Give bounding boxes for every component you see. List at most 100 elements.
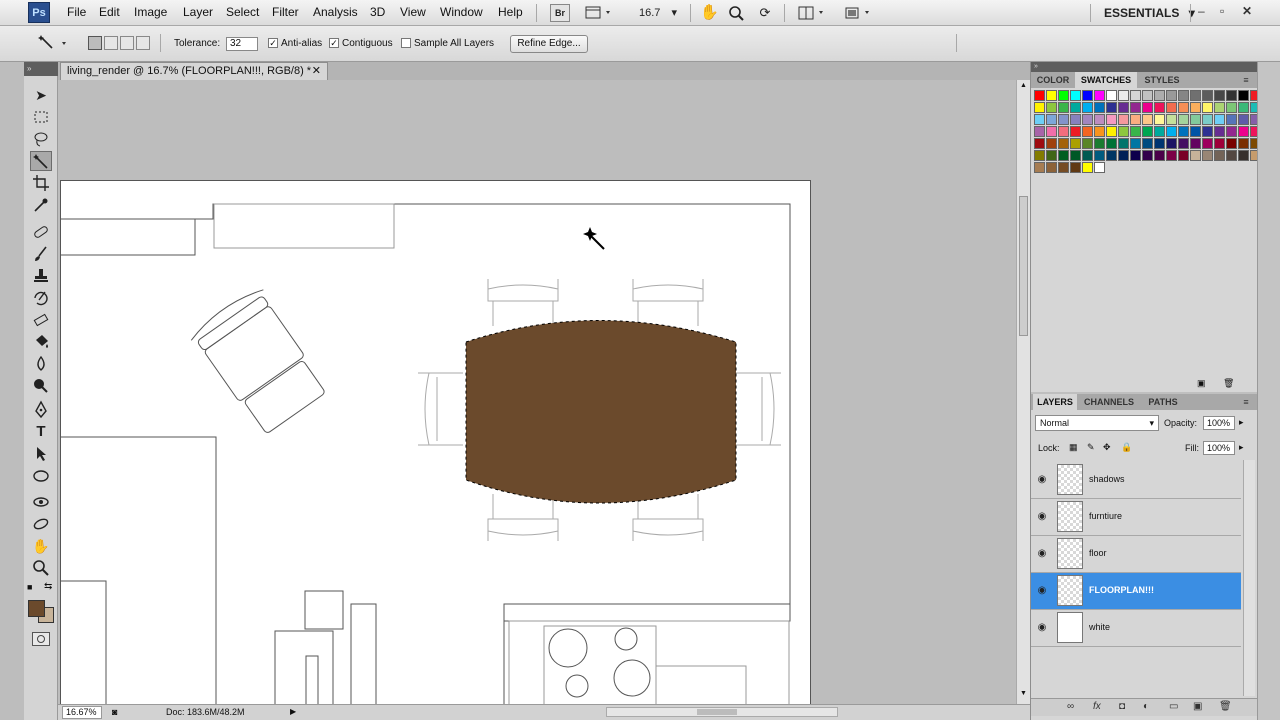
color-swatch[interactable] xyxy=(1166,150,1177,161)
color-swatch[interactable] xyxy=(1034,162,1045,173)
blur-tool[interactable] xyxy=(30,354,52,374)
link-layers-icon[interactable]: ∞ xyxy=(1067,701,1074,712)
color-swatch[interactable] xyxy=(1118,114,1129,125)
refine-edge-button[interactable]: Refine Edge... xyxy=(510,35,588,53)
color-swatch[interactable] xyxy=(1034,102,1045,113)
color-swatch[interactable] xyxy=(1238,138,1249,149)
subtract-from-selection-button[interactable] xyxy=(120,36,134,50)
color-swatch[interactable] xyxy=(1106,138,1117,149)
color-swatch[interactable] xyxy=(1190,114,1201,125)
color-swatch[interactable] xyxy=(1130,138,1141,149)
history-brush-tool[interactable] xyxy=(30,288,52,308)
default-colors-icon[interactable]: ■ xyxy=(27,582,32,592)
layers-scrollbar[interactable] xyxy=(1243,460,1255,696)
color-swatch[interactable] xyxy=(1226,126,1237,137)
color-swatch[interactable] xyxy=(1166,102,1177,113)
color-swatch[interactable] xyxy=(1214,90,1225,101)
foreground-color-swatch[interactable] xyxy=(28,600,45,617)
color-swatch[interactable] xyxy=(1226,90,1237,101)
menu-window[interactable]: Window xyxy=(440,5,483,19)
color-swatch[interactable] xyxy=(1094,114,1105,125)
color-swatch[interactable] xyxy=(1106,90,1117,101)
color-swatch[interactable] xyxy=(1130,90,1141,101)
layer-mask-icon[interactable]: ◘ xyxy=(1119,701,1125,712)
color-swatch[interactable] xyxy=(1034,138,1045,149)
color-swatch[interactable] xyxy=(1094,102,1105,113)
color-swatch[interactable] xyxy=(1154,102,1165,113)
color-swatch[interactable] xyxy=(1238,150,1249,161)
color-swatch[interactable] xyxy=(1094,126,1105,137)
tab-paths[interactable]: PATHS xyxy=(1141,394,1185,410)
move-tool[interactable]: ➤ xyxy=(30,85,52,105)
tab-swatches[interactable]: SWATCHES xyxy=(1075,72,1137,88)
color-swatch[interactable] xyxy=(1034,90,1045,101)
color-swatch[interactable] xyxy=(1154,126,1165,137)
color-swatch[interactable] xyxy=(1070,150,1081,161)
dock-header[interactable]: » xyxy=(1031,62,1257,72)
layer-row-white[interactable]: ◉ white xyxy=(1031,610,1241,647)
color-swatch[interactable] xyxy=(1226,150,1237,161)
color-swatch[interactable] xyxy=(1058,114,1069,125)
color-swatch[interactable] xyxy=(1058,102,1069,113)
tolerance-input[interactable]: 32 xyxy=(226,37,258,51)
lock-transparency-icon[interactable]: ▦ xyxy=(1069,442,1078,453)
color-swatch[interactable] xyxy=(1214,126,1225,137)
horizontal-scrollbar[interactable] xyxy=(606,707,838,717)
color-swatch[interactable] xyxy=(1058,138,1069,149)
color-swatch[interactable] xyxy=(1154,114,1165,125)
blend-mode-select[interactable]: Normal ▾ xyxy=(1035,415,1159,431)
visibility-eye-icon[interactable]: ◉ xyxy=(1035,622,1049,634)
fill-slider-icon[interactable]: ▸ xyxy=(1239,442,1244,453)
canvas-area[interactable] xyxy=(58,80,1016,704)
new-swatch-icon[interactable]: ▣ xyxy=(1197,378,1206,389)
document-tab[interactable]: living_render @ 16.7% (FLOORPLAN!!!, RGB… xyxy=(60,62,328,80)
color-swatch[interactable] xyxy=(1202,150,1213,161)
close-tab-icon[interactable]: ✕ xyxy=(312,63,321,79)
visibility-eye-icon[interactable]: ◉ xyxy=(1035,548,1049,560)
magic-wand-tool[interactable] xyxy=(30,151,52,171)
color-swatch[interactable] xyxy=(1202,138,1213,149)
color-swatch[interactable] xyxy=(1238,126,1249,137)
layer-style-icon[interactable]: fx xyxy=(1093,701,1101,712)
clone-stamp-tool[interactable] xyxy=(30,266,52,286)
color-swatch[interactable] xyxy=(1190,90,1201,101)
color-swatch[interactable] xyxy=(1214,150,1225,161)
new-selection-button[interactable] xyxy=(88,36,102,50)
color-swatch[interactable] xyxy=(1046,126,1057,137)
color-swatch[interactable] xyxy=(1106,114,1117,125)
color-swatch[interactable] xyxy=(1214,138,1225,149)
color-swatch[interactable] xyxy=(1082,126,1093,137)
layer-row-floorplan[interactable]: ◉ FLOORPLAN!!! xyxy=(1031,573,1241,610)
healing-brush-tool[interactable] xyxy=(30,222,52,242)
opacity-input[interactable]: 100% xyxy=(1203,416,1235,430)
color-swatch[interactable] xyxy=(1046,114,1057,125)
tool-preset-picker[interactable] xyxy=(36,32,72,54)
menu-help[interactable]: Help xyxy=(498,5,523,19)
color-swatch[interactable] xyxy=(1058,126,1069,137)
delete-layer-icon[interactable]: 🗑 xyxy=(1219,701,1232,712)
color-swatch[interactable] xyxy=(1082,162,1093,173)
menu-layer[interactable]: Layer xyxy=(183,5,213,19)
color-swatch[interactable] xyxy=(1130,126,1141,137)
arrange-documents-button[interactable] xyxy=(795,4,831,22)
tools-panel-header[interactable]: » xyxy=(24,62,58,76)
color-swatch[interactable] xyxy=(1166,138,1177,149)
hand-tool[interactable]: ✋ xyxy=(30,536,52,556)
color-swatch[interactable] xyxy=(1130,114,1141,125)
color-swatch[interactable] xyxy=(1094,138,1105,149)
color-swatch[interactable] xyxy=(1202,114,1213,125)
zoom-level-dropdown[interactable]: 16.7 ▾ xyxy=(634,4,682,22)
color-swatch[interactable] xyxy=(1142,126,1153,137)
color-swatch[interactable] xyxy=(1190,102,1201,113)
visibility-eye-icon[interactable]: ◉ xyxy=(1035,585,1049,597)
color-swatch[interactable] xyxy=(1214,102,1225,113)
color-swatch[interactable] xyxy=(1082,150,1093,161)
color-swatch[interactable] xyxy=(1202,90,1213,101)
color-swatch[interactable] xyxy=(1202,126,1213,137)
menu-analysis[interactable]: Analysis xyxy=(313,5,358,19)
color-swatch[interactable] xyxy=(1142,138,1153,149)
color-swatch[interactable] xyxy=(1142,90,1153,101)
sample-all-layers-checkbox[interactable] xyxy=(401,38,411,48)
delete-swatch-icon[interactable]: 🗑 xyxy=(1223,378,1234,389)
color-swatch[interactable] xyxy=(1214,114,1225,125)
